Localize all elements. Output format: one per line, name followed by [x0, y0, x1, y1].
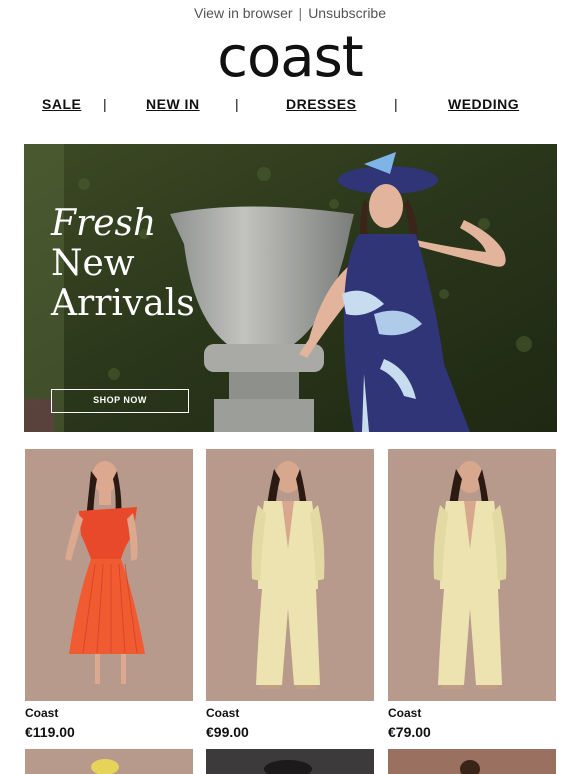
hero-title: Fresh New Arrivals — [51, 204, 195, 324]
product-card-partial[interactable] — [25, 749, 193, 774]
nav-wedding[interactable]: WEDDING — [448, 96, 519, 112]
product-image[interactable] — [25, 449, 193, 701]
product-image — [25, 749, 193, 774]
product-brand: Coast — [206, 706, 240, 720]
hero-banner[interactable]: Fresh New Arrivals SHOP NOW — [24, 144, 557, 432]
product-price: €119.00 — [25, 724, 75, 740]
orange-dress-image — [25, 449, 193, 701]
nav-divider: | — [103, 96, 107, 112]
product-card[interactable]: Coast €79.00 — [388, 449, 556, 740]
product-price: €99.00 — [206, 724, 249, 740]
main-nav: SALE | NEW IN | DRESSES | WEDDING — [0, 96, 580, 118]
nav-new-in[interactable]: NEW IN — [146, 96, 200, 112]
nav-sale[interactable]: SALE — [42, 96, 81, 112]
preheader-separator: | — [298, 5, 303, 21]
product-card[interactable]: Coast €99.00 — [206, 449, 374, 740]
product-brand: Coast — [388, 706, 422, 720]
product-image — [206, 749, 374, 774]
product-price: €79.00 — [388, 724, 431, 740]
preheader-links: View in browser | Unsubscribe — [0, 4, 580, 22]
product-card-partial[interactable] — [388, 749, 556, 774]
lemon-suit-image — [206, 449, 374, 701]
hero-title-line-1: Fresh — [51, 203, 157, 244]
product-image — [388, 749, 556, 774]
coast-logo[interactable]: coast — [0, 26, 580, 90]
product-image[interactable] — [206, 449, 374, 701]
nav-dresses[interactable]: DRESSES — [286, 96, 356, 112]
hero-title-line-3: Arrivals — [51, 283, 195, 324]
nav-divider: | — [235, 96, 239, 112]
lemon-suit-image — [388, 449, 556, 701]
product-card[interactable]: Coast €119.00 — [25, 449, 193, 740]
shop-now-button[interactable]: SHOP NOW — [51, 389, 189, 413]
hero-title-line-2: New — [51, 243, 135, 284]
nav-divider: | — [394, 96, 398, 112]
unsubscribe-link[interactable]: Unsubscribe — [308, 5, 386, 21]
product-image[interactable] — [388, 449, 556, 701]
product-card-partial[interactable] — [206, 749, 374, 774]
view-in-browser-link[interactable]: View in browser — [194, 5, 293, 21]
product-brand: Coast — [25, 706, 59, 720]
